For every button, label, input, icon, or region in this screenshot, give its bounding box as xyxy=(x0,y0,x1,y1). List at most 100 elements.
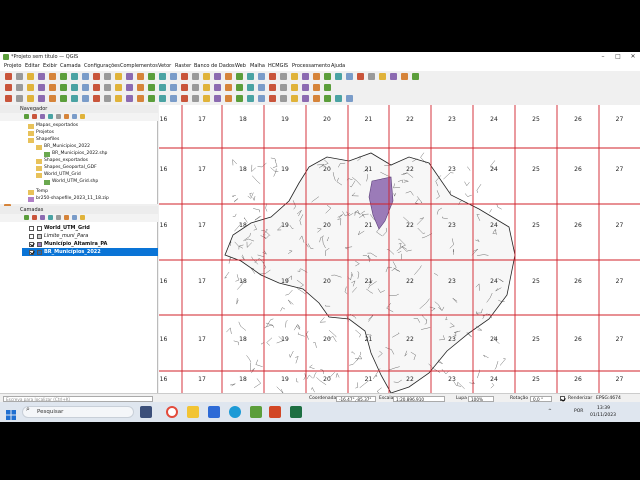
toolbar-tool-icon[interactable] xyxy=(148,73,155,80)
toolbar-tool-icon[interactable] xyxy=(291,95,298,102)
toolbar-tool-icon[interactable] xyxy=(247,73,254,80)
panel-tool-icon[interactable] xyxy=(80,215,85,220)
toolbar-tool-icon[interactable] xyxy=(126,84,133,91)
menu-ajuda[interactable]: Ajuda xyxy=(331,62,345,71)
panel-tool-icon[interactable] xyxy=(24,215,29,220)
panel-tool-icon[interactable] xyxy=(24,114,29,119)
toolbar-tool-icon[interactable] xyxy=(313,84,320,91)
tray-chevron-icon[interactable]: ^ xyxy=(548,402,552,422)
browser-item[interactable]: BR_Municipios_2022.shp xyxy=(44,151,107,157)
toolbar-tool-icon[interactable] xyxy=(203,84,210,91)
toolbar-tool-icon[interactable] xyxy=(324,84,331,91)
toolbar-tool-icon[interactable] xyxy=(104,95,111,102)
layer-visibility-checkbox[interactable] xyxy=(29,233,34,239)
toolbar-tool-icon[interactable] xyxy=(115,84,122,91)
toolbar-tool-icon[interactable] xyxy=(71,84,78,91)
toolbar-tool-icon[interactable] xyxy=(5,95,12,102)
toolbar-tool-icon[interactable] xyxy=(269,95,276,102)
toolbar-tool-icon[interactable] xyxy=(324,95,331,102)
toolbar-tool-icon[interactable] xyxy=(203,95,210,102)
toolbar-tool-icon[interactable] xyxy=(401,73,408,80)
panel-tool-icon[interactable] xyxy=(40,114,45,119)
excel-icon[interactable] xyxy=(290,406,302,418)
panel-tool-icon[interactable] xyxy=(48,215,53,220)
toolbar-tool-icon[interactable] xyxy=(302,95,309,102)
toolbar-tool-icon[interactable] xyxy=(16,73,23,80)
qgis-taskbar-icon[interactable] xyxy=(250,406,262,418)
toolbar-tool-icon[interactable] xyxy=(258,84,265,91)
toolbar-tool-icon[interactable] xyxy=(412,73,419,80)
toolbar-tool-icon[interactable] xyxy=(379,73,386,80)
toolbar-tool-icon[interactable] xyxy=(313,95,320,102)
menu-vetor[interactable]: Vetor xyxy=(158,62,171,71)
magnifier-field[interactable]: 100% xyxy=(468,395,494,402)
toolbar-tool-icon[interactable] xyxy=(137,73,144,80)
toolbar-tool-icon[interactable] xyxy=(335,73,342,80)
file-explorer-icon[interactable] xyxy=(187,406,199,418)
toolbar-tool-icon[interactable] xyxy=(324,73,331,80)
toolbar-tool-icon[interactable] xyxy=(291,84,298,91)
browser-item[interactable]: Shapes_Geoportal_GDF xyxy=(36,165,97,171)
toolbar-tool-icon[interactable] xyxy=(368,73,375,80)
toolbar-tool-icon[interactable] xyxy=(49,73,56,80)
toolbar-tool-icon[interactable] xyxy=(214,95,221,102)
panel-tool-icon[interactable] xyxy=(64,215,69,220)
menu-processamento[interactable]: Processamento xyxy=(292,62,330,71)
store-icon[interactable] xyxy=(208,406,220,418)
panel-tool-icon[interactable] xyxy=(32,215,37,220)
toolbar-tool-icon[interactable] xyxy=(5,73,12,80)
toolbar-tool-icon[interactable] xyxy=(214,84,221,91)
toolbar-tool-icon[interactable] xyxy=(126,73,133,80)
scale-field[interactable]: 1:20.896.910 xyxy=(393,395,445,402)
toolbar-tool-icon[interactable] xyxy=(346,73,353,80)
browser-item[interactable]: Shapes_exportados xyxy=(36,158,88,164)
toolbar-tool-icon[interactable] xyxy=(214,73,221,80)
toolbar-tool-icon[interactable] xyxy=(93,73,100,80)
panel-tool-icon[interactable] xyxy=(40,215,45,220)
panel-tool-icon[interactable] xyxy=(64,114,69,119)
toolbar-tool-icon[interactable] xyxy=(104,84,111,91)
toolbar-tool-icon[interactable] xyxy=(247,84,254,91)
toolbar-tool-icon[interactable] xyxy=(390,73,397,80)
layer-visibility-checkbox[interactable] xyxy=(29,249,34,255)
toolbar-tool-icon[interactable] xyxy=(82,84,89,91)
toolbar-tool-icon[interactable] xyxy=(225,84,232,91)
toolbar-tool-icon[interactable] xyxy=(203,73,210,80)
powerpoint-icon[interactable] xyxy=(269,406,281,418)
menu-camada[interactable]: Camada xyxy=(60,62,81,71)
toolbar-tool-icon[interactable] xyxy=(38,95,45,102)
toolbar-tool-icon[interactable] xyxy=(170,73,177,80)
browser-item[interactable]: Shapefiles xyxy=(28,137,59,143)
toolbar-tool-icon[interactable] xyxy=(181,73,188,80)
toolbar-tool-icon[interactable] xyxy=(280,84,287,91)
toolbar-tool-icon[interactable] xyxy=(313,73,320,80)
toolbar-tool-icon[interactable] xyxy=(236,73,243,80)
coordinate-field[interactable]: -16.47°,-85.37° xyxy=(336,395,376,402)
toolbar-tool-icon[interactable] xyxy=(49,95,56,102)
toolbar-tool-icon[interactable] xyxy=(159,84,166,91)
layer-item[interactable]: Limite_muni_Para xyxy=(22,232,158,240)
toolbar-tool-icon[interactable] xyxy=(181,84,188,91)
panel-tool-icon[interactable] xyxy=(32,114,37,119)
toolbar-tool-icon[interactable] xyxy=(27,95,34,102)
menu-projeto[interactable]: Projeto xyxy=(4,62,21,71)
toolbar-tool-icon[interactable] xyxy=(357,73,364,80)
browser-item[interactable]: World_UTM_Grid.shp xyxy=(44,179,98,185)
toolbar-tool-icon[interactable] xyxy=(16,84,23,91)
toolbar-tool-icon[interactable] xyxy=(27,84,34,91)
layer-item[interactable]: Município_Altamira_PA xyxy=(22,240,158,248)
panel-tool-icon[interactable] xyxy=(56,114,61,119)
toolbar-tool-icon[interactable] xyxy=(60,73,67,80)
panel-tool-icon[interactable] xyxy=(72,215,77,220)
browser-item[interactable]: br250-shapefile_2023_11_18.zip xyxy=(28,196,109,202)
toolbar-tool-icon[interactable] xyxy=(280,73,287,80)
close-button[interactable]: ✕ xyxy=(626,52,640,62)
toolbar-tool-icon[interactable] xyxy=(148,95,155,102)
toolbar-tool-icon[interactable] xyxy=(38,73,45,80)
toolbar-tool-icon[interactable] xyxy=(71,95,78,102)
render-checkbox[interactable] xyxy=(560,396,565,401)
edge-icon[interactable] xyxy=(229,406,241,418)
toolbar-tool-icon[interactable] xyxy=(137,84,144,91)
toolbar-tool-icon[interactable] xyxy=(126,95,133,102)
toolbar-tool-icon[interactable] xyxy=(258,73,265,80)
